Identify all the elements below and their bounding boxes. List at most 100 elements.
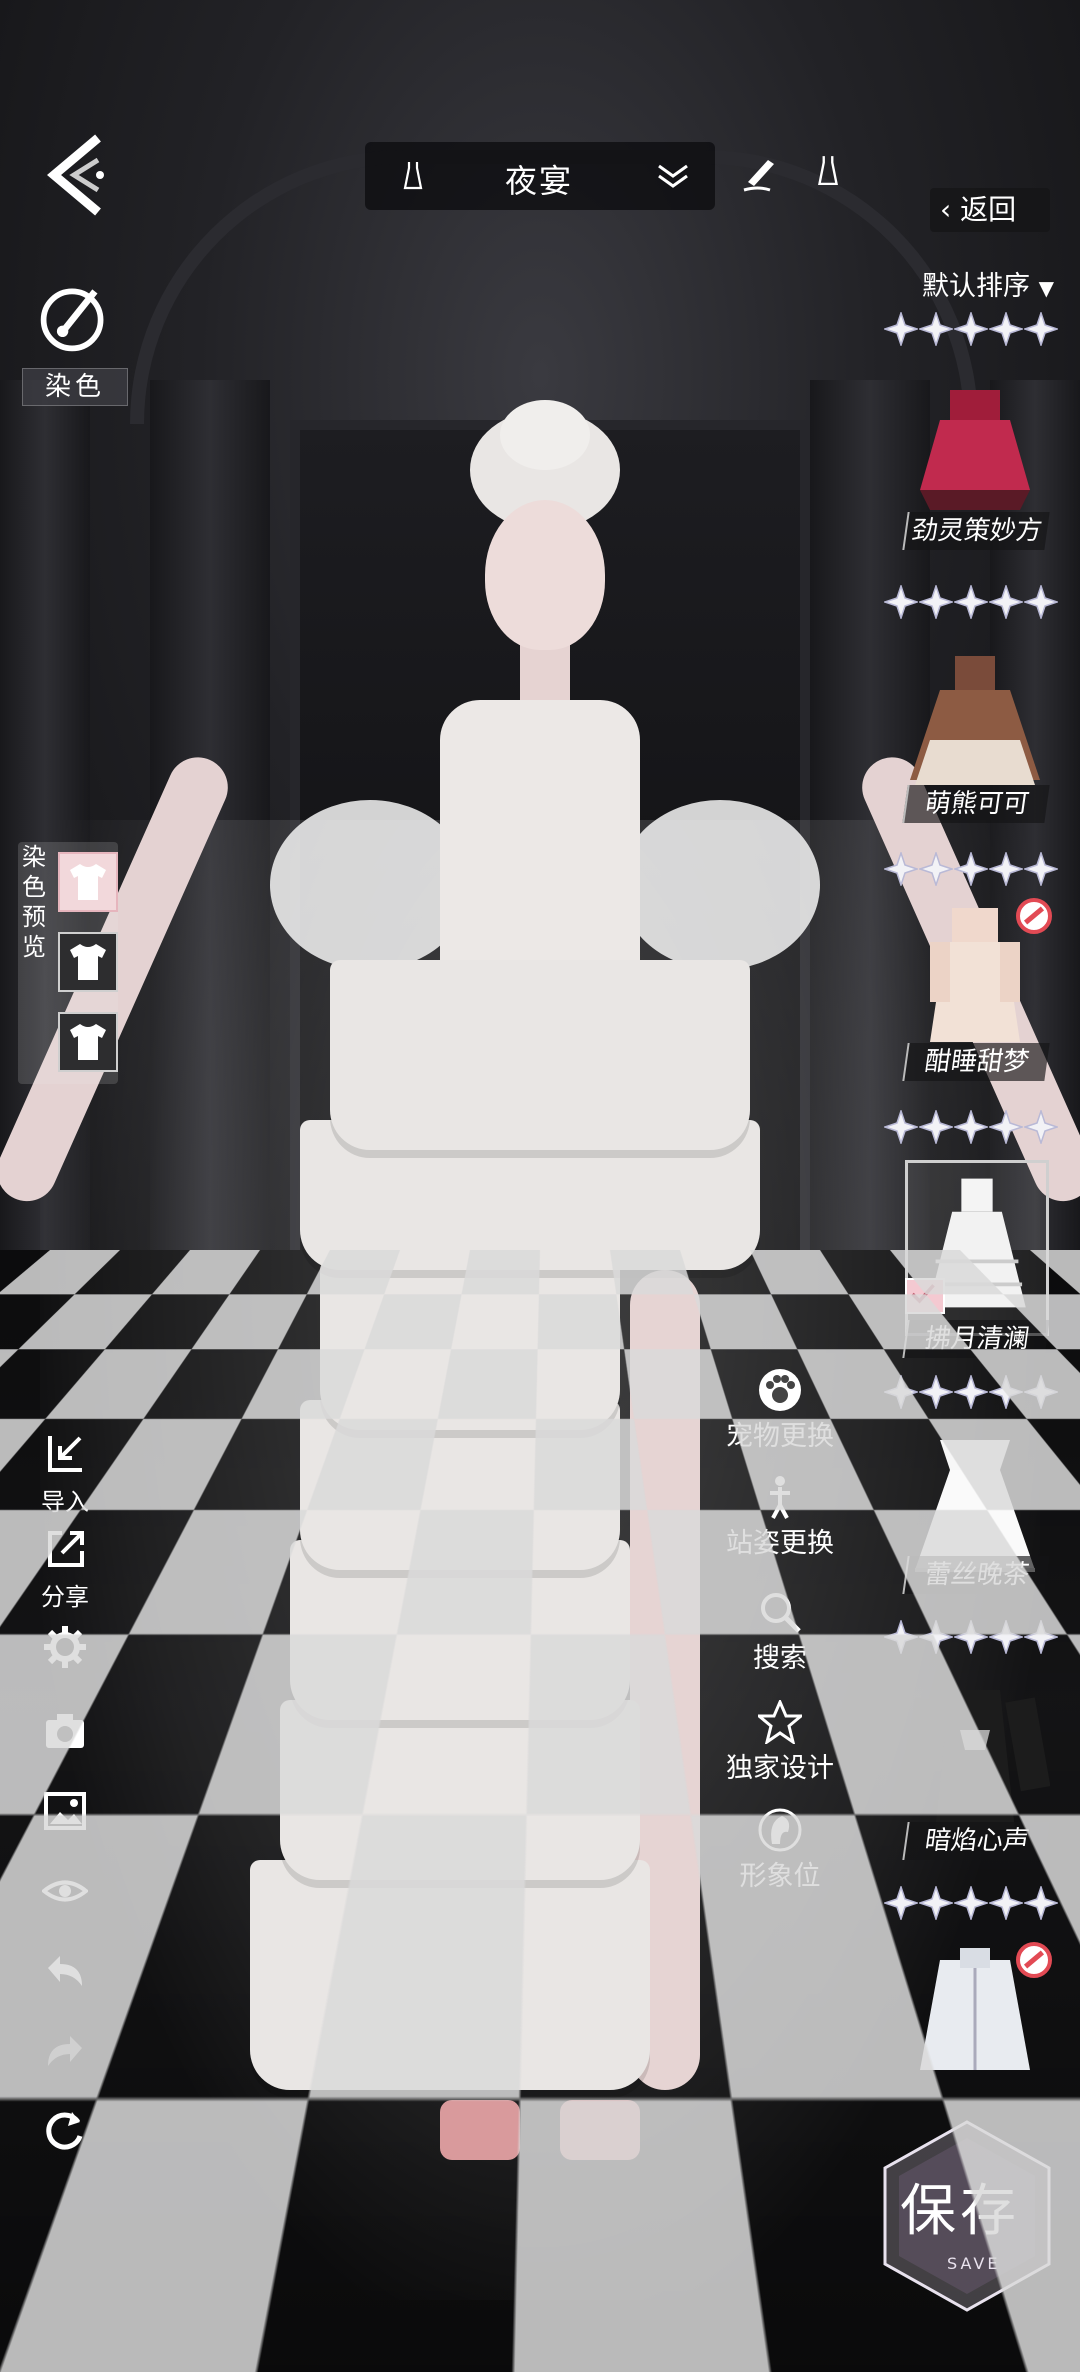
rating-stars <box>884 312 1058 346</box>
star-icon <box>1024 1110 1058 1144</box>
caret-down-icon: ▼ <box>1039 276 1054 300</box>
star-icon <box>954 1110 988 1144</box>
star-icon <box>989 312 1023 346</box>
import-label: 导入 <box>30 1482 100 1517</box>
import-button[interactable]: 导入 <box>30 1430 100 1517</box>
rating-stars <box>884 1620 1058 1654</box>
star-icon <box>989 1375 1023 1409</box>
outfit-thumbnail <box>900 1940 1050 2100</box>
star-icon <box>954 1375 988 1409</box>
share-icon <box>42 1525 88 1571</box>
star-icon <box>989 852 1023 886</box>
outfit-name: 酣睡甜梦 <box>902 1043 1049 1081</box>
star-icon <box>884 1886 918 1920</box>
camera-button[interactable] <box>30 1708 100 1758</box>
star-icon <box>1024 1886 1058 1920</box>
paw-icon <box>758 1368 802 1412</box>
save-sub-label: SAVE <box>947 2254 1000 2273</box>
palette-brush-icon <box>36 280 112 356</box>
save-label: 保存 <box>900 2166 1020 2247</box>
outfit-name: 劲灵策妙方 <box>902 512 1049 550</box>
gallery-button[interactable] <box>30 1788 100 1838</box>
star-icon <box>1024 1620 1058 1654</box>
pet-change-button[interactable]: 宠物更换 <box>715 1368 845 1453</box>
star-icon <box>1024 585 1058 619</box>
outfit-name: 蕾丝晚茶 <box>902 1556 1049 1594</box>
star-icon <box>954 852 988 886</box>
dye-tool-button[interactable] <box>36 280 116 360</box>
settings-button[interactable] <box>30 1624 100 1674</box>
star-icon <box>1024 852 1058 886</box>
star-icon <box>884 1110 918 1144</box>
double-chevron-down-icon[interactable] <box>655 162 691 197</box>
shirt-preview-white[interactable] <box>58 932 118 992</box>
reset-button[interactable] <box>30 2108 100 2158</box>
star-icon <box>884 1375 918 1409</box>
undo-icon <box>42 1948 88 1994</box>
selected-check-icon <box>905 1278 945 1314</box>
star-icon <box>758 1700 802 1744</box>
gear-icon <box>42 1624 88 1670</box>
star-icon <box>919 1620 953 1654</box>
star-icon <box>884 1620 918 1654</box>
pose-change-button[interactable]: 站姿更换 <box>715 1475 845 1560</box>
star-icon <box>989 1620 1023 1654</box>
star-icon <box>919 312 953 346</box>
refresh-icon <box>42 2108 88 2154</box>
star-icon <box>954 312 988 346</box>
rating-stars <box>884 585 1058 619</box>
rating-stars <box>884 1886 1058 1920</box>
star-icon <box>954 1620 988 1654</box>
save-button[interactable]: 保存 SAVE <box>877 2116 1057 2316</box>
shirt-preview-pink[interactable] <box>58 852 118 912</box>
image-slot-button[interactable]: 形象位 <box>715 1808 845 1893</box>
game-stage: 夜宴 染色 染色预览 导入 分享 ‹ 返回 默认排序 ▼ 劲灵策妙方 萌熊可可 … <box>0 0 1080 2372</box>
shirt-preview-white-2[interactable] <box>58 1012 118 1072</box>
dye-label[interactable]: 染色 <box>22 368 128 406</box>
outfit-name: 暗焰心声 <box>902 1822 1049 1860</box>
outfit-card[interactable] <box>900 1940 1050 2125</box>
image-icon <box>42 1788 88 1834</box>
camera-icon <box>42 1708 88 1754</box>
undo-button[interactable] <box>30 1948 100 1998</box>
pose-change-label: 站姿更换 <box>726 1528 834 1559</box>
dress-icon <box>401 160 425 197</box>
star-icon <box>989 585 1023 619</box>
star-icon <box>919 852 953 886</box>
rating-stars <box>884 1375 1058 1409</box>
back-chevron-icon[interactable] <box>38 130 108 220</box>
outfit-name: 萌熊可可 <box>902 785 1049 823</box>
share-button[interactable]: 分享 <box>30 1525 100 1612</box>
chevron-left-icon: ‹ <box>940 193 951 226</box>
search-label: 搜索 <box>753 1643 807 1674</box>
redo-icon <box>42 2028 88 2074</box>
search-button[interactable]: 搜索 <box>715 1590 845 1675</box>
sort-dropdown[interactable]: 默认排序 ▼ <box>922 264 1054 303</box>
outfit-theme-bar[interactable]: 夜宴 <box>365 142 715 210</box>
brush-icon[interactable] <box>740 152 780 192</box>
star-icon <box>919 1375 953 1409</box>
theme-title: 夜宴 <box>505 156 573 202</box>
search-icon <box>758 1590 802 1634</box>
sort-label: 默认排序 <box>922 271 1030 302</box>
redo-button[interactable] <box>30 2028 100 2078</box>
share-label: 分享 <box>30 1577 100 1612</box>
rating-stars <box>884 852 1058 886</box>
shirt-icon <box>66 862 110 902</box>
star-icon <box>884 312 918 346</box>
star-icon <box>989 1110 1023 1144</box>
star-icon <box>919 1886 953 1920</box>
star-icon <box>1024 1375 1058 1409</box>
outfit-thumbnail <box>900 1680 1050 1840</box>
visibility-button[interactable] <box>30 1868 100 1918</box>
return-label: 返回 <box>960 193 1016 226</box>
pet-change-label: 宠物更换 <box>726 1421 834 1452</box>
star-icon <box>1024 312 1058 346</box>
star-icon <box>954 1886 988 1920</box>
dress-outfit-icon[interactable] <box>815 154 841 193</box>
exclusive-design-button[interactable]: 独家设计 <box>715 1700 845 1785</box>
import-icon <box>42 1430 88 1476</box>
return-button[interactable]: ‹ 返回 <box>930 188 1050 232</box>
star-icon <box>884 852 918 886</box>
image-slot-label: 形象位 <box>740 1861 821 1892</box>
